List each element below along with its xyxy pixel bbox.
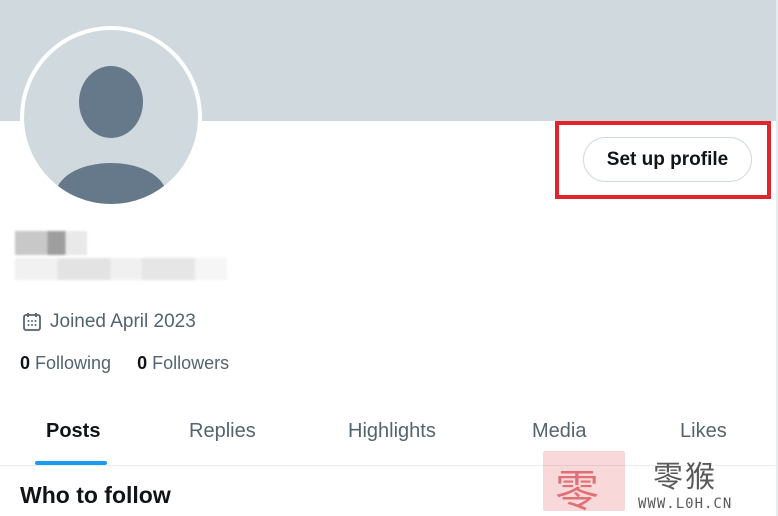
tab-media[interactable]: Media bbox=[532, 420, 586, 443]
follow-stats: 0 Following 0 Followers bbox=[20, 353, 229, 374]
watermark-seal: 零 bbox=[543, 451, 625, 516]
joined-date: Joined April 2023 bbox=[22, 311, 196, 333]
tab-replies[interactable]: Replies bbox=[189, 420, 256, 443]
blurred-display-name bbox=[15, 231, 87, 255]
tab-likes[interactable]: Likes bbox=[680, 420, 727, 443]
calendar-icon bbox=[22, 312, 42, 332]
setup-profile-button[interactable]: Set up profile bbox=[583, 137, 752, 182]
followers-link[interactable]: 0 Followers bbox=[137, 353, 229, 374]
following-link[interactable]: 0 Following bbox=[20, 353, 111, 374]
watermark-text: 零猴 bbox=[653, 460, 717, 495]
watermark-url: WWW.L0H.CN bbox=[638, 496, 733, 512]
blurred-username bbox=[15, 258, 227, 280]
profile-avatar[interactable] bbox=[20, 26, 202, 208]
joined-text: Joined April 2023 bbox=[50, 311, 196, 332]
tab-posts[interactable]: Posts bbox=[46, 420, 100, 443]
default-avatar-icon bbox=[24, 30, 198, 204]
who-to-follow-heading: Who to follow bbox=[20, 482, 171, 508]
tab-highlights[interactable]: Highlights bbox=[348, 420, 436, 443]
active-tab-indicator bbox=[35, 461, 107, 465]
